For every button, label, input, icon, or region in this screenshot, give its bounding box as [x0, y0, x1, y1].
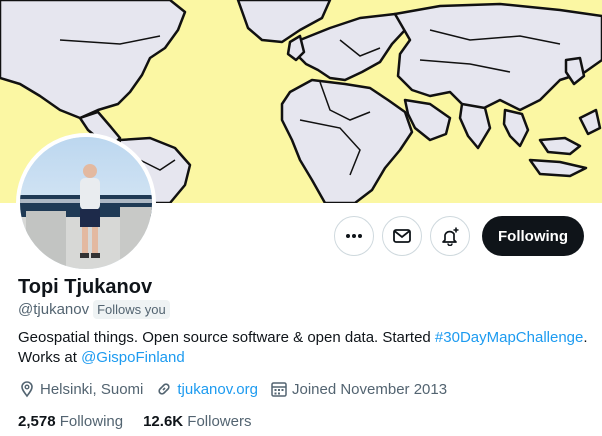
more-icon [346, 234, 363, 238]
profile-actions: Following [334, 216, 584, 256]
following-stat[interactable]: 2,578 Following [18, 413, 123, 430]
follows-you-badge: Follows you [93, 300, 170, 319]
followers-count: 12.6K [143, 413, 184, 430]
profile-handle: @tjukanov [18, 301, 90, 318]
profile-meta: Helsinki, Suomi tjukanov.org Joined Nove… [18, 380, 459, 398]
avatar[interactable] [16, 133, 156, 273]
bell-plus-icon [442, 227, 459, 246]
following-button[interactable]: Following [482, 216, 584, 256]
profile-stats: 2,578 Following 12.6K Followers [18, 413, 271, 430]
location: Helsinki, Suomi [18, 380, 143, 398]
mention-link[interactable]: @GispoFinland [81, 349, 185, 366]
link-icon [158, 383, 170, 395]
website-link[interactable]: tjukanov.org [177, 381, 258, 398]
following-label: Following [59, 413, 124, 430]
following-count: 2,578 [18, 413, 56, 430]
notify-button[interactable] [430, 216, 471, 256]
handle-row: @tjukanov Follows you [18, 300, 170, 319]
hashtag-link[interactable]: #30DayMapChallenge [435, 329, 583, 346]
location-text: Helsinki, Suomi [40, 380, 144, 398]
joined-text: Joined November 2013 [291, 380, 448, 398]
join-date: Joined November 2013 [270, 380, 447, 398]
location-pin-icon [21, 381, 33, 398]
calendar-icon [271, 382, 287, 397]
followers-label: Followers [187, 413, 252, 430]
more-button[interactable] [334, 216, 375, 256]
profile-name: Topi Tjukanov [18, 276, 153, 298]
envelope-icon [393, 229, 411, 243]
profile-bio: Geospatial things. Open source software … [18, 328, 593, 368]
bio-text: Geospatial things. Open source software … [18, 329, 435, 346]
website: tjukanov.org [155, 380, 258, 398]
followers-stat[interactable]: 12.6K Followers [143, 413, 251, 430]
message-button[interactable] [382, 216, 423, 256]
